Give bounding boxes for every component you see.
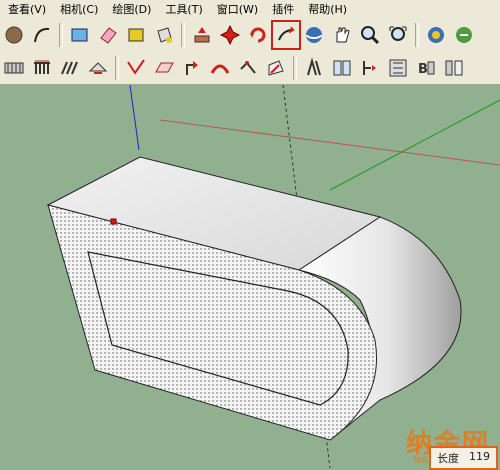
main-toolbar <box>0 18 500 52</box>
plugin-tool-9-icon[interactable] <box>237 57 259 79</box>
menu-window[interactable]: 窗口(W) <box>217 1 258 17</box>
plugin-tool-11-icon[interactable] <box>303 57 325 79</box>
menu-tools[interactable]: 工具(T) <box>165 1 202 17</box>
plugin-tool-1-icon[interactable] <box>3 57 25 79</box>
vcb-value: 119 <box>469 450 490 463</box>
plugin-tool-5-icon[interactable] <box>125 57 147 79</box>
plugin-tool-13-icon[interactable] <box>359 57 381 79</box>
menu-plugins[interactable]: 插件 <box>272 1 294 17</box>
menu-help[interactable]: 帮助(H) <box>308 1 347 17</box>
menu-draw[interactable]: 绘图(D) <box>112 1 151 17</box>
menu-camera[interactable]: 相机(C) <box>60 1 98 17</box>
model-canvas <box>46 85 500 468</box>
toolbar-separator <box>293 56 297 80</box>
blue-axis <box>129 85 140 151</box>
plugin-tool-16-icon[interactable] <box>443 57 465 79</box>
plugin-tool-15-icon[interactable]: B <box>415 57 437 79</box>
push-pull-icon[interactable] <box>191 24 213 46</box>
plugin-tool-12-icon[interactable] <box>331 57 353 79</box>
orbit-icon[interactable] <box>303 24 325 46</box>
paint-bucket-icon[interactable] <box>153 24 175 46</box>
plugin-tool-8-icon[interactable] <box>209 57 231 79</box>
rotate-icon[interactable] <box>247 24 269 46</box>
plugin-tool-14-icon[interactable] <box>387 57 409 79</box>
vertex-marker <box>110 218 117 225</box>
menu-bar: 查看(V) 相机(C) 绘图(D) 工具(T) 窗口(W) 插件 帮助(H) <box>0 0 500 18</box>
plugin-tool-10-icon[interactable] <box>265 57 287 79</box>
toolbar-separator <box>59 23 63 47</box>
zoom-icon[interactable] <box>359 24 381 46</box>
previous-view-icon[interactable] <box>425 24 447 46</box>
plugin-tool-4-icon[interactable] <box>87 57 109 79</box>
toolbar-separator <box>181 23 185 47</box>
svg-text:B: B <box>418 62 428 77</box>
plugin-tool-2-icon[interactable] <box>31 57 53 79</box>
plugin-tool-7-icon[interactable] <box>181 57 203 79</box>
circle-icon[interactable] <box>3 24 25 46</box>
measurement-box: 长度 119 <box>429 446 498 470</box>
toolbar-separator <box>115 56 119 80</box>
plugin-tool-3-icon[interactable] <box>59 57 81 79</box>
vcb-box[interactable]: 长度 119 <box>429 446 498 470</box>
menu-view[interactable]: 查看(V) <box>8 1 46 17</box>
move-icon[interactable] <box>219 24 241 46</box>
toolbar-separator <box>415 23 419 47</box>
vcb-label: 长度 <box>437 452 459 465</box>
green-axis-line <box>329 99 500 191</box>
eraser-icon[interactable] <box>97 24 119 46</box>
tape-measure-icon[interactable] <box>125 24 147 46</box>
arc-icon[interactable] <box>31 24 53 46</box>
plugin-toolbar: B <box>0 52 500 85</box>
follow-me-icon[interactable] <box>271 20 301 50</box>
next-view-icon[interactable] <box>453 24 475 46</box>
pan-icon[interactable] <box>331 24 353 46</box>
plugin-tool-6-icon[interactable] <box>153 57 175 79</box>
modeling-viewport[interactable]: 纳金网 NARKII.COM 长度 119 <box>0 85 500 470</box>
zoom-extents-icon[interactable] <box>387 24 409 46</box>
select-icon[interactable] <box>69 24 91 46</box>
